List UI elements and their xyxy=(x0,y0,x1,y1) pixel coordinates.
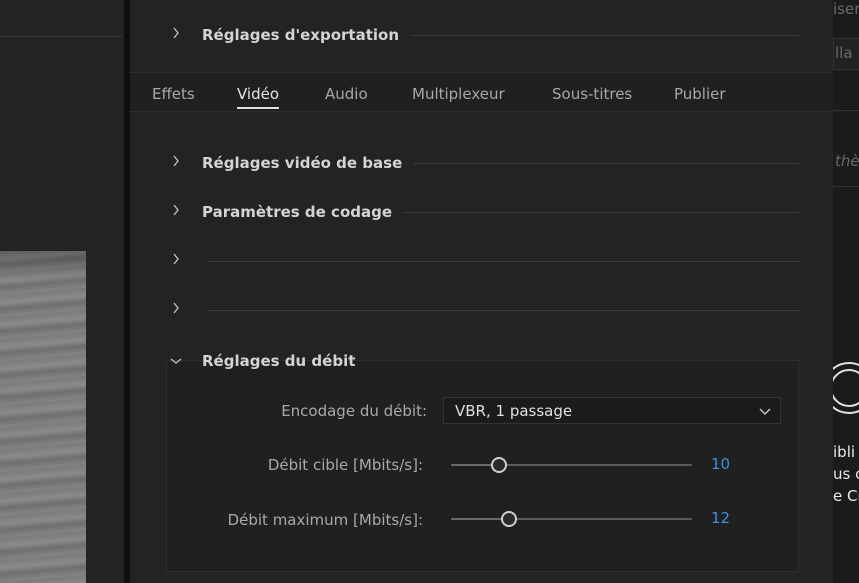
tab-effects[interactable]: Effets xyxy=(152,73,195,111)
right-panel-text: e Cr xyxy=(833,487,859,505)
divider-line xyxy=(404,211,799,213)
tab-bar: Effets Vidéo Audio Multiplexeur Sous-tit… xyxy=(130,72,833,112)
right-panel-text: iser xyxy=(833,0,859,18)
divider-line xyxy=(414,162,799,164)
bitrate-settings-label: Réglages du débit xyxy=(202,352,356,370)
chevron-down-icon xyxy=(166,354,186,369)
divider-line xyxy=(208,260,799,262)
right-panel-text: us c xyxy=(833,465,859,483)
tab-multiplexer[interactable]: Multiplexeur xyxy=(412,73,505,111)
preview-pane xyxy=(0,0,124,583)
chevron-right-icon xyxy=(166,302,186,318)
creative-cloud-icon-inner xyxy=(833,369,859,407)
tab-video[interactable]: Vidéo xyxy=(237,73,280,111)
encoding-settings-header[interactable]: Paramètres de codage xyxy=(166,197,799,227)
collapsed-section-header[interactable] xyxy=(166,295,799,325)
bitrate-encoding-select[interactable]: VBR, 1 passage xyxy=(443,397,781,424)
basic-video-settings-label: Réglages vidéo de base xyxy=(202,154,403,172)
target-bitrate-slider[interactable] xyxy=(451,457,692,473)
chevron-right-icon xyxy=(166,27,186,43)
max-bitrate-slider[interactable] xyxy=(451,511,692,527)
chevron-right-icon xyxy=(166,155,186,171)
export-settings-label: Réglages d'exportation xyxy=(202,26,399,44)
max-bitrate-value[interactable]: 12 xyxy=(711,509,730,527)
bitrate-settings-header[interactable]: Réglages du débit xyxy=(166,346,799,376)
tab-publish[interactable]: Publier xyxy=(674,73,726,111)
video-preview-image xyxy=(0,251,86,583)
encoding-settings-label: Paramètres de codage xyxy=(202,203,393,221)
right-side-panel: iser lla thè ibli us c e Cr xyxy=(833,0,859,583)
divider-line xyxy=(208,309,799,311)
target-bitrate-value[interactable]: 10 xyxy=(711,455,730,473)
target-bitrate-label: Débit cible [Mbits/s]: xyxy=(267,456,423,474)
chevron-right-icon xyxy=(166,253,186,269)
divider-line xyxy=(833,186,859,187)
bitrate-encoding-value: VBR, 1 passage xyxy=(455,402,573,420)
right-panel-text: ibli xyxy=(833,443,856,461)
divider-line xyxy=(411,34,799,36)
preview-header xyxy=(0,0,122,37)
chevron-right-icon xyxy=(166,204,186,220)
export-settings-header[interactable]: Réglages d'exportation xyxy=(166,20,799,50)
bitrate-encoding-label: Encodage du débit: xyxy=(281,402,427,420)
chevron-down-icon xyxy=(758,398,772,425)
right-panel-text: lla xyxy=(835,44,853,62)
slider-thumb[interactable] xyxy=(491,457,507,473)
divider-line xyxy=(833,110,859,111)
tab-subtitles[interactable]: Sous-titres xyxy=(552,73,632,111)
right-panel-text: thè xyxy=(835,152,859,170)
slider-thumb[interactable] xyxy=(501,511,517,527)
max-bitrate-label: Débit maximum [Mbits/s]: xyxy=(227,511,423,529)
basic-video-settings-header[interactable]: Réglages vidéo de base xyxy=(166,148,799,178)
collapsed-section-header[interactable] xyxy=(166,246,799,276)
export-settings-panel: Réglages d'exportation Effets Vidéo Audi… xyxy=(130,0,833,583)
tab-audio[interactable]: Audio xyxy=(325,73,368,111)
